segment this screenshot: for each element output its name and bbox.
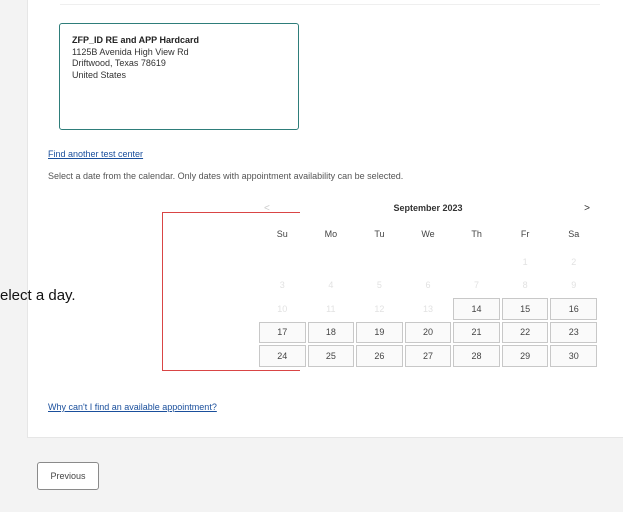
calendar-header: < September 2023 >: [258, 199, 598, 219]
calendar-day[interactable]: 22: [501, 321, 549, 343]
calendar-day[interactable]: 27: [404, 345, 452, 367]
calendar-instruction: Select a date from the calendar. Only da…: [48, 171, 404, 181]
previous-button[interactable]: Previous: [37, 462, 99, 490]
calendar-day: 1: [522, 256, 528, 267]
next-month-button[interactable]: >: [584, 203, 590, 214]
calendar-day: 3: [279, 280, 285, 291]
weekday-label: Fr: [520, 229, 530, 239]
calendar-day: 7: [474, 280, 480, 291]
calendar-day[interactable]: 28: [453, 345, 500, 367]
calendar-day: 13: [422, 303, 433, 314]
calendar-day[interactable]: 30: [550, 345, 597, 367]
calendar-month-title: September 2023: [393, 203, 463, 213]
weekday-header-row: Su Mo Tu We Th Fr Sa: [258, 229, 598, 239]
weekday-label: We: [421, 229, 435, 239]
calendar-day[interactable]: 17: [259, 321, 306, 343]
calendar-empty-cell: [355, 250, 404, 274]
calendar-empty-cell: [404, 250, 453, 274]
calendar-day[interactable]: 21: [453, 321, 500, 343]
find-another-test-center-link[interactable]: Find another test center: [48, 149, 143, 159]
calendar-day[interactable]: 26: [356, 345, 403, 367]
calendar-day: 12: [374, 303, 385, 314]
weekday-label: Mo: [324, 229, 338, 239]
calendar-day[interactable]: 23: [550, 321, 597, 343]
calendar-day: 9: [571, 280, 577, 291]
calendar-day: 10: [277, 303, 288, 314]
calendar-day[interactable]: 16: [550, 298, 597, 320]
calendar-day: 6: [425, 280, 431, 291]
calendar-day[interactable]: 14: [453, 298, 500, 320]
calendar-day-grid: 1 2 3 4 5 6 7 8 9 10 11 12 13 14 15 16 17 18 19 20 21 22 23 24 2…: [258, 250, 598, 368]
calendar-day[interactable]: 19: [356, 321, 403, 343]
calendar-day: 11: [326, 303, 336, 314]
test-center-street: 1125B Avenida High View Rd: [72, 46, 189, 57]
calendar-day: 5: [376, 280, 382, 291]
why-no-appointment-link[interactable]: Why can't I find an available appointmen…: [48, 402, 217, 412]
annotation-text: elect a day.: [0, 287, 76, 304]
calendar-empty-cell: [307, 250, 356, 274]
calendar-day[interactable]: 18: [307, 321, 355, 343]
calendar-day: 2: [571, 256, 577, 267]
weekday-label: Su: [276, 229, 288, 239]
calendar-empty-cell: [258, 250, 307, 274]
calendar-day[interactable]: 20: [404, 321, 452, 343]
weekday-label: Th: [471, 229, 482, 239]
calendar-empty-cell: [452, 250, 501, 274]
calendar-day[interactable]: 24: [259, 345, 306, 367]
calendar-day[interactable]: 29: [501, 345, 549, 367]
weekday-label: Sa: [568, 229, 580, 239]
test-center-city: Driftwood, Texas 78619: [72, 58, 166, 68]
test-center-name: ZFP_ID RE and APP Hardcard: [72, 35, 200, 45]
calendar-day: 8: [522, 280, 528, 291]
calendar-day[interactable]: 25: [307, 345, 355, 367]
calendar-day: 4: [328, 280, 334, 291]
test-center-card: ZFP_ID RE and APP Hardcard 1125B Avenida…: [59, 23, 299, 130]
divider: [60, 4, 600, 5]
calendar-day[interactable]: 15: [501, 298, 549, 320]
test-center-country: United States: [72, 69, 127, 80]
weekday-label: Tu: [374, 229, 385, 239]
